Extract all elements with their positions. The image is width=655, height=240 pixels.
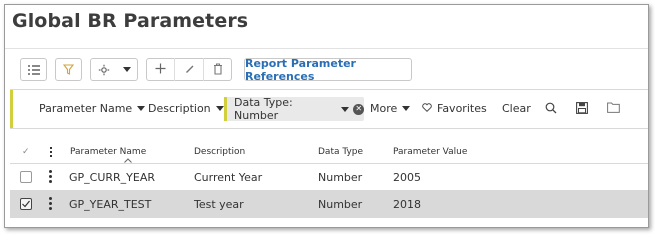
clear-button[interactable]: Clear xyxy=(502,102,531,115)
favorites-button[interactable]: Favorites xyxy=(422,102,487,115)
table-row[interactable]: GP_YEAR_TEST Test year Number 2018 xyxy=(10,191,648,218)
cell-data-type: Number xyxy=(318,198,363,211)
title-divider xyxy=(5,48,648,49)
column-header-description[interactable]: Description xyxy=(194,147,245,157)
filter-bar: Parameter Name Description Data Type: Nu… xyxy=(10,89,648,129)
cell-description: Test year xyxy=(194,198,244,211)
list-icon xyxy=(27,64,40,75)
parameter-name-filter-label: Parameter Name xyxy=(39,102,133,115)
parameter-name-filter[interactable]: Parameter Name xyxy=(39,102,146,115)
delete-icon[interactable] xyxy=(213,63,223,75)
chevron-down-icon xyxy=(122,67,131,72)
description-filter-label: Description xyxy=(148,102,211,115)
favorites-label: Favorites xyxy=(437,102,487,115)
cell-data-type: Number xyxy=(318,171,363,184)
cell-description: Current Year xyxy=(194,171,263,184)
cell-parameter-value: 2005 xyxy=(393,171,421,184)
row-menu-icon[interactable] xyxy=(49,170,53,184)
chevron-down-icon xyxy=(215,106,224,111)
column-header-parameter-name[interactable]: Parameter Name xyxy=(70,147,146,157)
grid-header: ✓ Parameter Name Description Data Type P… xyxy=(10,141,648,164)
save-icon[interactable] xyxy=(576,102,588,114)
table-row[interactable]: GP_CURR_YEAR Current Year Number 2005 xyxy=(10,164,648,191)
chevron-down-icon xyxy=(402,106,411,111)
data-type-chip-label: Data Type: Number xyxy=(234,96,293,122)
edit-icon[interactable] xyxy=(184,63,195,74)
page-title: Global BR Parameters xyxy=(12,10,249,32)
row-action-group xyxy=(146,58,232,81)
row-checkbox[interactable] xyxy=(20,171,32,183)
add-icon[interactable] xyxy=(155,63,166,74)
heart-icon xyxy=(422,102,432,115)
cell-parameter-name: GP_CURR_YEAR xyxy=(69,171,156,184)
row-menu-icon[interactable] xyxy=(49,197,53,211)
column-header-data-type[interactable]: Data Type xyxy=(318,147,363,157)
chip-accent xyxy=(224,97,227,121)
column-menu-icon[interactable] xyxy=(50,147,53,160)
column-header-parameter-value[interactable]: Parameter Value xyxy=(393,147,467,157)
select-all-check-icon[interactable]: ✓ xyxy=(22,147,30,157)
more-label: More xyxy=(370,102,398,115)
cell-parameter-name: GP_YEAR_TEST xyxy=(69,198,152,211)
folder-icon[interactable] xyxy=(607,102,620,113)
chevron-down-icon xyxy=(341,106,350,112)
settings-icon xyxy=(98,64,110,76)
remove-filter-icon[interactable]: ✕ xyxy=(353,103,364,115)
filter-icon xyxy=(63,64,74,75)
list-view-button[interactable] xyxy=(20,58,47,81)
chevron-down-icon xyxy=(137,106,146,111)
settings-dropdown-button[interactable] xyxy=(90,58,138,81)
data-type-filter-chip[interactable]: Data Type: Number ✕ xyxy=(224,96,364,122)
row-checkbox[interactable] xyxy=(20,198,32,210)
search-icon[interactable] xyxy=(545,102,557,114)
main-window: Global BR Parameters Report Parameter Re… xyxy=(4,4,649,228)
cell-parameter-value: 2018 xyxy=(393,198,421,211)
more-filters-dropdown[interactable]: More xyxy=(370,102,411,115)
filter-bar-accent xyxy=(10,90,13,128)
description-filter[interactable]: Description xyxy=(148,102,224,115)
filter-button[interactable] xyxy=(55,58,82,81)
report-parameter-references-button[interactable]: Report Parameter References xyxy=(244,57,412,83)
